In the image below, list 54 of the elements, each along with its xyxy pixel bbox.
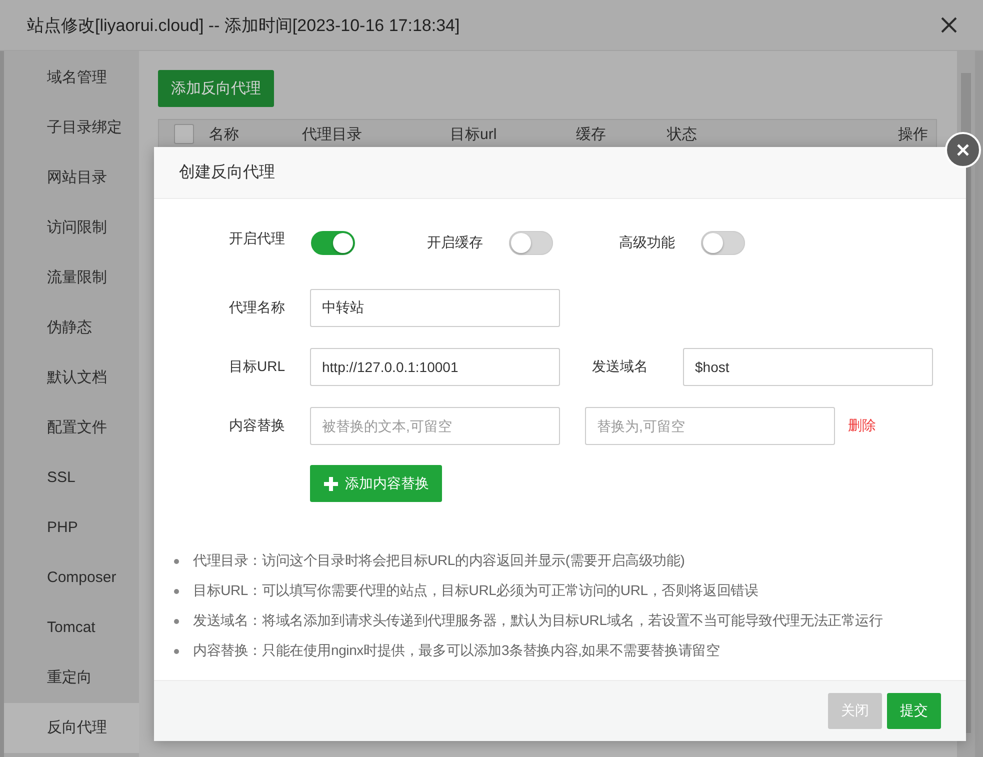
sidebar-item[interactable]: SSL bbox=[4, 453, 139, 503]
help-note: 代理目录：访问这个目录时将会把目标URL的内容返回并显示(需要开启高级功能) bbox=[193, 552, 685, 570]
column-header: 目标url bbox=[450, 124, 498, 144]
sidebar-item[interactable]: 子目录绑定 bbox=[4, 103, 139, 153]
toggle-switch[interactable] bbox=[701, 231, 745, 255]
sidebar-item[interactable]: 重定向 bbox=[4, 653, 139, 703]
field-label: 发送域名 bbox=[592, 358, 649, 376]
toggle-label: 开启缓存 bbox=[427, 234, 483, 252]
field-label: 代理名称 bbox=[228, 299, 285, 317]
column-header: 缓存 bbox=[576, 124, 607, 144]
sidebar-item[interactable]: Composer bbox=[4, 553, 139, 603]
replace-field[interactable]: 替换为,可留空 bbox=[585, 407, 835, 445]
toggle-switch[interactable] bbox=[509, 231, 553, 255]
name-field[interactable]: 中转站 bbox=[310, 289, 560, 327]
add-replace-button[interactable]: 添加内容替换 bbox=[310, 465, 442, 502]
select-all-checkbox[interactable] bbox=[174, 124, 194, 144]
delete-link[interactable]: 删除 bbox=[848, 417, 876, 435]
help-note: 内容替换：只能在使用nginx时提供，最多可以添加3条替换内容,如果不需要替换请留空 bbox=[193, 642, 720, 660]
host-field[interactable]: $host bbox=[683, 348, 933, 386]
help-note: 发送域名：将域名添加到请求头传递到代理服务器，默认为目标URL域名，若设置不当可能导致代理无法正常运行 bbox=[193, 612, 883, 630]
sidebar-item[interactable]: 反向代理 bbox=[4, 703, 139, 753]
bullet-icon bbox=[174, 648, 179, 654]
toggle-label: 开启代理 bbox=[228, 230, 285, 248]
field-label: 目标URL bbox=[228, 358, 285, 376]
toggle-switch[interactable] bbox=[311, 231, 355, 255]
replace-field[interactable]: 被替换的文本,可留空 bbox=[310, 407, 560, 445]
column-header: 状态 bbox=[667, 124, 698, 144]
close-button[interactable] bbox=[941, 17, 957, 33]
sidebar-item[interactable]: 访问限制 bbox=[4, 203, 139, 253]
column-header: 名称 bbox=[209, 124, 240, 144]
sidebar-item[interactable]: PHP bbox=[4, 503, 139, 553]
bullet-icon bbox=[174, 558, 179, 564]
bullet-icon bbox=[174, 618, 179, 624]
add-proxy-button[interactable]: 添加反向代理 bbox=[158, 70, 274, 107]
sidebar-item[interactable]: 流量限制 bbox=[4, 253, 139, 303]
sidebar-item[interactable]: Tomcat bbox=[4, 603, 139, 653]
sidebar-item[interactable]: 配置文件 bbox=[4, 403, 139, 453]
sidebar-item[interactable]: 域名管理 bbox=[4, 53, 139, 103]
close-icon bbox=[956, 143, 970, 157]
column-header: 代理目录 bbox=[302, 124, 363, 144]
target-url-field[interactable]: http://127.0.0.1:10001 bbox=[310, 348, 560, 386]
dialog-button[interactable]: 提交 bbox=[887, 693, 941, 729]
toggle-label: 高级功能 bbox=[619, 234, 675, 252]
bullet-icon bbox=[174, 588, 179, 594]
window-title: 站点修改[liyaorui.cloud] -- 添加时间[2023-10-16 17:18:34] bbox=[27, 14, 461, 36]
field-label: 内容替换 bbox=[228, 417, 285, 435]
plus-icon bbox=[324, 476, 338, 490]
sidebar-item[interactable]: 默认文档 bbox=[4, 353, 139, 403]
column-header: 操作 bbox=[898, 124, 929, 144]
help-note: 目标URL：可以填写你需要代理的站点，目标URL必须为可正常访问的URL，否则将返回错误 bbox=[193, 582, 758, 600]
sidebar-item[interactable]: 网站目录 bbox=[4, 153, 139, 203]
sidebar-item[interactable]: 伪静态 bbox=[4, 303, 139, 353]
dialog-title: 创建反向代理 bbox=[179, 162, 275, 183]
close-icon bbox=[941, 17, 957, 33]
